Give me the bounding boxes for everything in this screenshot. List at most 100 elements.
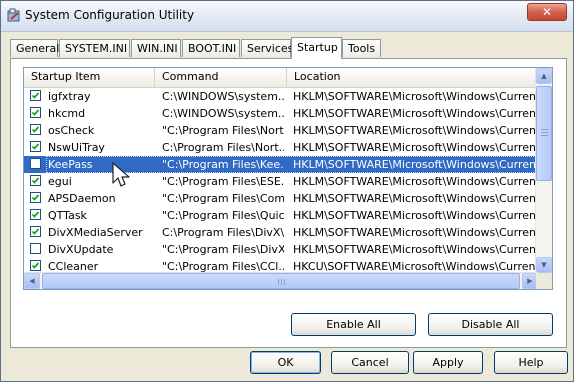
- checkmark-icon: [31, 262, 40, 269]
- startup-item-command: C:\Program Files\DivX\...: [162, 226, 284, 239]
- horizontal-scroll-thumb[interactable]: [42, 273, 520, 289]
- startup-item-location: HKLM\SOFTWARE\Microsoft\Windows\CurrentV…: [293, 175, 538, 188]
- startup-item-command: "C:\Program Files\Com...: [162, 192, 284, 205]
- column-header-command[interactable]: Command: [155, 68, 287, 87]
- startup-item-command: "C:\Program Files\Kee...: [162, 158, 284, 171]
- startup-item-name: hkcmd: [48, 107, 86, 120]
- startup-item-location: HKLM\SOFTWARE\Microsoft\Windows\CurrentV…: [293, 107, 538, 120]
- startup-item-location: HKLM\SOFTWARE\Microsoft\Windows\CurrentV…: [293, 158, 538, 171]
- checkmark-icon: [31, 92, 40, 99]
- list-row[interactable]: DivXUpdate "C:\Program Files\DivX... HKLM\…: [24, 241, 538, 258]
- startup-item-name: igfxtray: [48, 90, 91, 103]
- startup-item-name: egui: [48, 175, 72, 188]
- column-header-location[interactable]: Location: [287, 68, 538, 87]
- tab-system-ini[interactable]: SYSTEM.INI: [59, 39, 130, 57]
- startup-item-name: QTTask: [48, 209, 87, 222]
- checkmark-icon: [31, 126, 40, 133]
- ok-button[interactable]: OK: [250, 351, 321, 374]
- startup-item-name: APSDaemon: [48, 192, 116, 205]
- help-label: Help: [518, 356, 544, 369]
- list-row[interactable]: NswUiTray C:\Program Files\Nort... HKLM\SO…: [24, 139, 538, 156]
- disable-all-button[interactable]: Disable All: [428, 313, 553, 336]
- list-header: Startup Item Command Location: [24, 68, 538, 88]
- list-row[interactable]: QTTask "C:\Program Files\Quic... HKLM\SOFT…: [24, 207, 538, 224]
- startup-item-location: HKLM\SOFTWARE\Microsoft\Windows\CurrentV…: [293, 226, 538, 239]
- startup-items-list[interactable]: Startup Item Command Location igfxtray C:…: [23, 67, 553, 290]
- startup-item-name: DivXMediaServer: [48, 226, 143, 239]
- checkmark-icon: [31, 228, 40, 235]
- vertical-scrollbar[interactable]: ▲ ▼: [535, 68, 552, 273]
- startup-item-command: C:\WINDOWS\system...: [162, 107, 284, 120]
- list-row[interactable]: hkcmd C:\WINDOWS\system... HKLM\SOFTWARE\M…: [24, 105, 538, 122]
- system-configuration-window: System Configuration Utility ✕ General S…: [0, 0, 574, 382]
- startup-item-location: HKLM\SOFTWARE\Microsoft\Windows\CurrentV…: [293, 90, 538, 103]
- list-row[interactable]: igfxtray C:\WINDOWS\system... HKLM\SOFTWAR…: [24, 88, 538, 105]
- checkmark-icon: [31, 194, 40, 201]
- tab-general[interactable]: General: [10, 39, 59, 57]
- enable-checkbox[interactable]: [30, 158, 41, 169]
- msconfig-icon: [7, 8, 21, 22]
- enable-checkbox[interactable]: [30, 107, 41, 118]
- list-row[interactable]: KeePass "C:\Program Files\Kee... HKLM\SOFT…: [24, 156, 538, 173]
- apply-label: Apply: [432, 356, 464, 369]
- startup-item-name: DivXUpdate: [48, 243, 114, 256]
- checkmark-icon: [31, 177, 40, 184]
- tab-tools[interactable]: Tools: [342, 39, 381, 57]
- scroll-down-button[interactable]: ▼: [536, 257, 552, 273]
- scroll-left-button[interactable]: ◀: [24, 273, 40, 289]
- checkmark-icon: [31, 211, 40, 218]
- close-icon: ✕: [541, 5, 553, 19]
- window-title: System Configuration Utility: [25, 8, 195, 22]
- startup-item-command: C:\WINDOWS\system...: [162, 90, 284, 103]
- checkmark-icon: [31, 143, 40, 150]
- enable-checkbox[interactable]: [30, 192, 41, 203]
- startup-item-command: "C:\Program Files\Quic...: [162, 209, 284, 222]
- startup-item-command: "C:\Program Files\Nort...: [162, 124, 284, 137]
- enable-checkbox[interactable]: [30, 124, 41, 135]
- startup-item-location: HKLM\SOFTWARE\Microsoft\Windows\CurrentV…: [293, 243, 538, 256]
- cancel-label: Cancel: [351, 356, 389, 369]
- cancel-button[interactable]: Cancel: [331, 351, 409, 374]
- list-rows: igfxtray C:\WINDOWS\system... HKLM\SOFTWAR…: [24, 88, 538, 289]
- vertical-scroll-thumb[interactable]: [536, 86, 552, 181]
- checkmark-icon: [31, 109, 40, 116]
- startup-item-location: HKLM\SOFTWARE\Microsoft\Windows\CurrentV…: [293, 192, 538, 205]
- startup-item-command: "C:\Program Files\ESE...: [162, 175, 284, 188]
- enable-checkbox[interactable]: [30, 243, 41, 254]
- scroll-up-button[interactable]: ▲: [536, 68, 552, 84]
- title-bar[interactable]: System Configuration Utility ✕: [1, 1, 573, 32]
- enable-all-label: Enable All: [326, 318, 381, 331]
- list-row[interactable]: DivXMediaServer C:\Program Files\DivX\...…: [24, 224, 538, 241]
- help-button[interactable]: Help: [494, 351, 568, 374]
- startup-item-location: HKLM\SOFTWARE\Microsoft\Windows\CurrentV…: [293, 141, 538, 154]
- startup-item-name: osCheck: [48, 124, 95, 137]
- tab-boot-ini[interactable]: BOOT.INI: [182, 39, 240, 57]
- startup-item-command: C:\Program Files\Nort...: [162, 141, 284, 154]
- apply-button[interactable]: Apply: [413, 351, 483, 374]
- disable-all-label: Disable All: [461, 318, 520, 331]
- startup-item-command: "C:\Program Files\DivX...: [162, 243, 284, 256]
- enable-checkbox[interactable]: [30, 260, 41, 271]
- close-button[interactable]: ✕: [527, 3, 567, 21]
- startup-item-name: KeePass: [48, 158, 93, 171]
- mouse-cursor-icon: [112, 162, 130, 187]
- enable-checkbox[interactable]: [30, 175, 41, 186]
- enable-all-button[interactable]: Enable All: [291, 313, 416, 336]
- tab-win-ini[interactable]: WIN.INI: [131, 39, 181, 57]
- scrollbar-corner: [536, 273, 552, 289]
- startup-item-name: NswUiTray: [48, 141, 105, 154]
- list-row[interactable]: APSDaemon "C:\Program Files\Com... HKLM\SO…: [24, 190, 538, 207]
- tab-startup[interactable]: Startup: [291, 37, 342, 59]
- enable-checkbox[interactable]: [30, 209, 41, 220]
- tab-services[interactable]: Services: [241, 39, 293, 57]
- startup-item-location: HKLM\SOFTWARE\Microsoft\Windows\CurrentV…: [293, 124, 538, 137]
- startup-item-location: HKLM\SOFTWARE\Microsoft\Windows\CurrentV…: [293, 209, 538, 222]
- enable-checkbox[interactable]: [30, 226, 41, 237]
- column-header-startup-item[interactable]: Startup Item: [24, 68, 155, 87]
- list-row[interactable]: egui "C:\Program Files\ESE... HKLM\SOFTWAR…: [24, 173, 538, 190]
- enable-checkbox[interactable]: [30, 90, 41, 101]
- list-row[interactable]: osCheck "C:\Program Files\Nort... HKLM\SOF…: [24, 122, 538, 139]
- enable-checkbox[interactable]: [30, 141, 41, 152]
- ok-label: OK: [277, 356, 294, 369]
- horizontal-scrollbar[interactable]: ◀ ▶: [24, 272, 538, 289]
